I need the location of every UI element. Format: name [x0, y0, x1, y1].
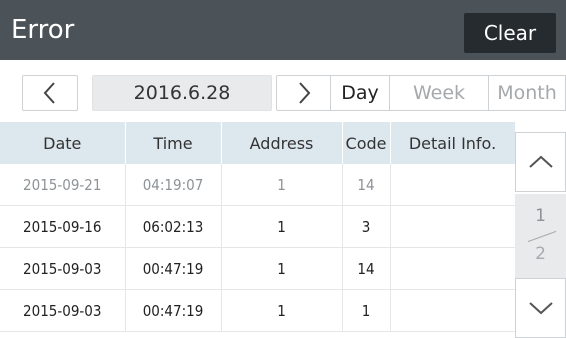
total-pages: 2 [535, 244, 546, 264]
column-header-time: Time [125, 122, 222, 164]
chevron-left-icon [43, 82, 55, 104]
table-header-row: Date Time Address Code Detail Info. [0, 122, 516, 164]
cell-time: 00:47:19 [125, 247, 222, 290]
page-divider [527, 230, 557, 243]
cell-code: 1 [342, 289, 391, 332]
cell-time: 06:02:13 [125, 205, 222, 248]
error-table: Date Time Address Code Detail Info. 2015… [0, 122, 516, 332]
previous-date-button[interactable] [22, 75, 78, 111]
chevron-up-icon [528, 155, 553, 168]
page-indicator: 1 2 [515, 194, 566, 278]
cell-code: 3 [342, 205, 391, 248]
cell-address: 1 [221, 289, 343, 332]
table-row[interactable]: 2015-09-16 06:02:13 1 3 [0, 205, 516, 248]
cell-date: 2015-09-03 [0, 289, 126, 332]
chevron-down-icon [528, 302, 553, 315]
cell-detail [390, 247, 516, 290]
cell-address: 1 [221, 247, 343, 290]
table-row[interactable]: 2015-09-03 00:47:19 1 14 [0, 247, 516, 290]
clear-button[interactable]: Clear [464, 13, 556, 53]
tab-day[interactable]: Day [330, 75, 390, 111]
cell-address: 1 [221, 164, 343, 206]
cell-code: 14 [342, 247, 391, 290]
cell-detail [390, 164, 516, 206]
cell-time: 04:19:07 [125, 164, 222, 206]
column-header-code: Code [342, 122, 391, 164]
column-header-address: Address [221, 122, 343, 164]
page-navigator: 1 2 [515, 132, 566, 338]
table-row[interactable]: 2015-09-03 00:47:19 1 1 [0, 289, 516, 332]
column-header-date: Date [0, 122, 126, 164]
cell-date: 2015-09-16 [0, 205, 126, 248]
tab-month[interactable]: Month [488, 75, 566, 111]
cell-date: 2015-09-03 [0, 247, 126, 290]
current-page: 1 [535, 206, 546, 226]
cell-time: 00:47:19 [125, 289, 222, 332]
title-bar: Error Clear [0, 0, 566, 60]
chevron-right-icon [299, 82, 311, 104]
cell-date: 2015-09-21 [0, 164, 126, 206]
page-title: Error [11, 15, 75, 45]
cell-detail [390, 205, 516, 248]
tab-week[interactable]: Week [389, 75, 489, 111]
cell-code: 14 [342, 164, 391, 206]
date-display: 2016.6.28 [92, 75, 272, 111]
cell-detail [390, 289, 516, 332]
cell-address: 1 [221, 205, 343, 248]
page-down-button[interactable] [515, 278, 566, 338]
column-header-detail: Detail Info. [390, 122, 516, 164]
table-row[interactable]: 2015-09-21 04:19:07 1 14 [0, 164, 516, 206]
page-up-button[interactable] [515, 132, 566, 192]
next-date-button[interactable] [276, 75, 332, 111]
